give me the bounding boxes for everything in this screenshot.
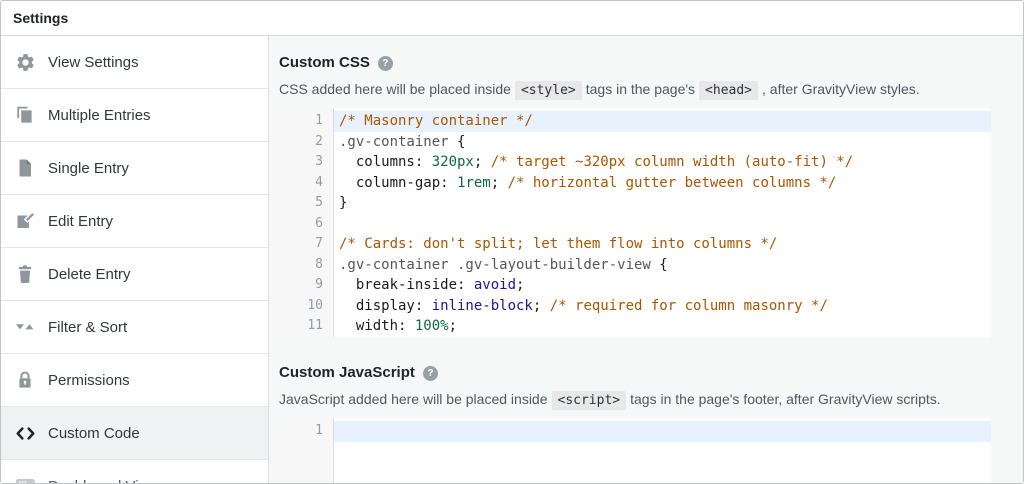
stacked-pages-icon [14, 104, 36, 126]
sidebar-item-label: Custom Code [48, 424, 140, 442]
sidebar-item-single-entry[interactable]: Single Entry [1, 142, 268, 195]
line-number: 1 [315, 113, 323, 128]
gear-icon [14, 51, 36, 73]
line-number: 2 [315, 133, 323, 149]
line-number: 9 [315, 277, 323, 292]
custom-javascript-code-editor[interactable]: 1 [279, 418, 991, 483]
sidebar-item-label: Multiple Entries [48, 106, 151, 124]
line-number: 10 [307, 297, 323, 313]
sidebar-item-edit-entry[interactable]: Edit Entry [1, 195, 268, 248]
sidebar-item-permissions[interactable]: Permissions [1, 354, 268, 407]
code-line: columns: 320px; /* target ~320px column … [339, 154, 854, 170]
custom-css-description: CSS added here will be placed inside <sty… [279, 81, 920, 100]
code-area[interactable] [334, 418, 991, 483]
code-line: column-gap: 1rem; /* horizontal gutter b… [339, 174, 837, 191]
style-tag-chip: <style> [514, 81, 582, 100]
sidebar-item-view-settings[interactable]: View Settings [1, 36, 268, 89]
panel-title: Settings [13, 10, 69, 26]
sidebar-item-filter-sort[interactable]: Filter & Sort [1, 301, 268, 354]
custom-javascript-section: Custom JavaScript ? JavaScript added her… [279, 364, 1023, 483]
settings-tabs-sidebar: View Settings Multiple Entries Single Entr… [1, 36, 269, 483]
code-brackets-icon [14, 422, 36, 444]
sidebar-item-label: Dashboard Views [48, 478, 165, 484]
custom-javascript-title: Custom JavaScript [279, 364, 415, 381]
code-line: } [339, 195, 348, 211]
sidebar-item-custom-code[interactable]: Custom Code [1, 407, 268, 460]
custom-code-panel: Custom CSS ? CSS added here will be plac… [269, 36, 1023, 483]
code-line: break-inside: avoid; [339, 277, 525, 293]
settings-panel: Settings View Settings Multiple Entries Si… [0, 0, 1024, 484]
sidebar-item-delete-entry[interactable]: Delete Entry [1, 248, 268, 301]
line-number: 6 [315, 215, 323, 231]
script-tag-chip: <script> [551, 391, 627, 410]
line-number: 8 [315, 256, 323, 272]
sidebar-item-label: Filter & Sort [48, 318, 128, 336]
line-number: 5 [315, 195, 323, 210]
trash-icon [14, 263, 36, 285]
line-number-gutter: 1 2 3 4 5 6 7 8 9 10 11 [279, 108, 334, 338]
panel-titlebar: Settings [1, 1, 1023, 36]
panel-body: View Settings Multiple Entries Single Entr… [1, 36, 1023, 483]
sidebar-item-dashboard-views[interactable]: Dashboard Views [1, 460, 268, 483]
help-icon[interactable]: ? [377, 55, 393, 71]
line-number: 4 [315, 174, 323, 190]
code-line: .gv-container .gv-layout-builder-view { [339, 256, 668, 273]
code-line: .gv-container { [339, 133, 466, 150]
custom-css-title: Custom CSS [279, 54, 370, 71]
sidebar-item-label: Permissions [48, 371, 130, 389]
line-number: 1 [315, 423, 323, 438]
code-line: /* Cards: don't split; let them flow int… [339, 236, 778, 252]
sidebar-item-label: Single Entry [48, 159, 129, 177]
code-line: /* Masonry container */ [334, 111, 991, 132]
sidebar-item-label: View Settings [48, 53, 139, 71]
line-number: 11 [307, 318, 323, 333]
sidebar-item-label: Edit Entry [48, 212, 114, 230]
page-icon [14, 157, 36, 179]
custom-css-code-editor[interactable]: 1 2 3 4 5 6 7 8 9 10 11/* Masonry container */.gv-… [279, 108, 991, 338]
custom-css-section: Custom CSS ? CSS added here will be plac… [279, 54, 1023, 338]
sidebar-item-multiple-entries[interactable]: Multiple Entries [1, 89, 268, 142]
line-number: 7 [315, 236, 323, 251]
sort-triangles-icon [14, 316, 36, 338]
edit-pencil-icon [14, 210, 36, 232]
line-number: 3 [315, 154, 323, 169]
code-line: width: 100%; [339, 318, 458, 334]
sidebar-item-label: Delete Entry [48, 265, 131, 283]
head-tag-chip: <head> [699, 81, 759, 100]
custom-javascript-description: JavaScript added here will be placed ins… [279, 391, 941, 410]
dashboard-icon [14, 475, 36, 483]
lock-icon [14, 369, 36, 391]
help-icon[interactable]: ? [422, 365, 438, 381]
code-area[interactable]: /* Masonry container */.gv-container { c… [334, 108, 991, 338]
code-line: display: inline-block; /* required for c… [339, 297, 828, 314]
code-line [334, 421, 991, 442]
line-number-gutter: 1 [279, 418, 334, 483]
